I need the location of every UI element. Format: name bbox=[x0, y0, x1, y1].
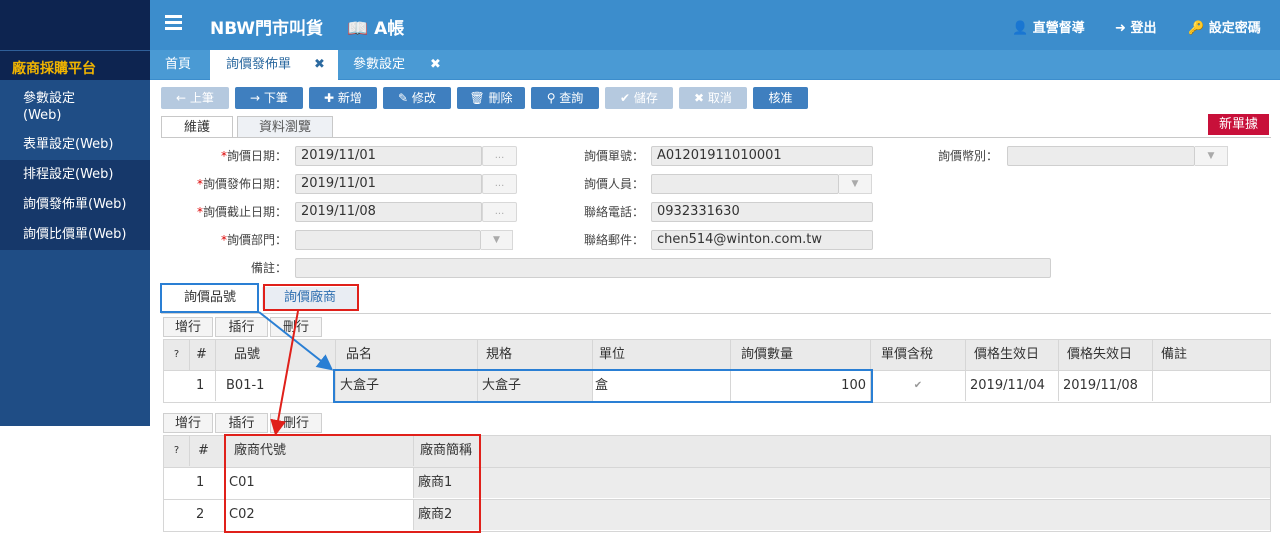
chevron-down-icon[interactable]: ▼ bbox=[481, 230, 513, 250]
col-name: 品名 bbox=[336, 340, 478, 370]
inquiry-date-picker-button[interactable]: ... bbox=[482, 146, 517, 166]
chevron-down-icon[interactable]: ▼ bbox=[1195, 146, 1228, 166]
next-button[interactable]: → 下筆 bbox=[235, 87, 303, 109]
item-no-cell[interactable]: B01-1 bbox=[216, 371, 336, 401]
insert-row-button[interactable]: 插行 bbox=[215, 317, 268, 337]
row-num: 1 bbox=[190, 371, 216, 401]
col-unit: 單位 bbox=[593, 340, 731, 370]
user-icon: 👤 bbox=[1012, 21, 1029, 36]
sidebar-item-schedule-settings[interactable]: 排程設定(Web) bbox=[0, 160, 150, 190]
close-icon[interactable]: ✖ bbox=[430, 50, 441, 80]
sidebar-item-param-settings[interactable]: 參數設定(Web) bbox=[0, 80, 150, 130]
supervisor-link[interactable]: 👤 直營督導 bbox=[1012, 17, 1085, 36]
delete-row-button[interactable]: 刪行 bbox=[270, 317, 322, 337]
highlight-box bbox=[224, 434, 481, 533]
department-label: *詢價部門： bbox=[220, 233, 287, 247]
chevron-down-icon[interactable]: ▼ bbox=[839, 174, 872, 194]
divider bbox=[161, 137, 1271, 138]
col-tax-included: 單價含稅 bbox=[871, 340, 966, 370]
currency-label: 詢價幣別： bbox=[937, 149, 998, 163]
email-label: 聯絡郵件： bbox=[583, 233, 644, 247]
row-num: 1 bbox=[190, 468, 226, 498]
edit-button[interactable]: ✎ 修改 bbox=[383, 87, 451, 109]
department-select[interactable] bbox=[295, 230, 481, 250]
tab-browse[interactable]: 資料瀏覽 bbox=[237, 116, 333, 138]
menu-icon[interactable] bbox=[165, 15, 182, 30]
effective-date-cell[interactable]: 2019/11/04 bbox=[966, 371, 1059, 401]
sidebar-item-form-settings[interactable]: 表單設定(Web) bbox=[0, 130, 150, 160]
phone-label: 聯絡電話： bbox=[583, 205, 644, 219]
tab-maintain[interactable]: 維護 bbox=[161, 116, 233, 138]
deadline-date-picker-button[interactable]: ... bbox=[482, 202, 517, 222]
sidebar-top bbox=[0, 0, 150, 50]
expiry-date-cell[interactable]: 2019/11/08 bbox=[1059, 371, 1153, 401]
logout-link[interactable]: ➜ 登出 bbox=[1115, 17, 1156, 36]
tab-home[interactable]: 首頁 bbox=[165, 50, 205, 80]
delete-button[interactable]: 🗑 刪除 bbox=[457, 87, 525, 109]
vendor-short-cell[interactable]: 廠商1 bbox=[414, 468, 1270, 498]
col-qty: 詢價數量 bbox=[731, 340, 871, 370]
col-num: # bbox=[190, 340, 216, 370]
cancel-button[interactable]: ✖ 取消 bbox=[679, 87, 747, 109]
tax-checkbox[interactable]: ✔ bbox=[871, 371, 966, 401]
tab-param-settings[interactable]: 參數設定 ✖ bbox=[353, 50, 463, 80]
col-spec: 規格 bbox=[478, 340, 593, 370]
highlight-box bbox=[263, 284, 359, 311]
new-document-button[interactable]: 新單據 bbox=[1208, 114, 1269, 135]
app-title: NBW門市叫貨 bbox=[210, 19, 324, 39]
deadline-date-label: *詢價截止日期： bbox=[196, 205, 287, 219]
inquiry-person-label: 詢價人員： bbox=[583, 177, 644, 191]
sidebar-item-inquiry-compare[interactable]: 詢價比價單(Web) bbox=[0, 220, 150, 250]
vendor-short-cell[interactable]: 廠商2 bbox=[414, 500, 1270, 530]
inquiry-date-label: *詢價日期： bbox=[220, 149, 287, 163]
save-button[interactable]: ✔ 儲存 bbox=[605, 87, 673, 109]
row-num: 2 bbox=[190, 500, 226, 530]
add-button[interactable]: ✚ 新增 bbox=[309, 87, 377, 109]
items-grid-header: ? # 品號 品名 規格 單位 詢價數量 單價含稅 價格生效日 價格失效日 備註 bbox=[164, 340, 1270, 371]
app-header: NBW門市叫貨 📖 A帳 👤 直營督導 ➜ 登出 🔑 設定密碼 bbox=[150, 0, 1280, 50]
currency-select[interactable] bbox=[1007, 146, 1195, 166]
page-tabs: 首頁 詢價發佈單 ✖ 參數設定 ✖ bbox=[150, 50, 1280, 80]
key-icon: 🔑 bbox=[1188, 21, 1205, 36]
col-item-no: 品號 bbox=[216, 340, 336, 370]
close-icon[interactable]: ✖ bbox=[314, 50, 325, 80]
publish-date-picker-button[interactable]: ... bbox=[482, 174, 517, 194]
account-label: 📖 A帳 bbox=[347, 19, 405, 39]
book-icon: 📖 bbox=[347, 19, 369, 39]
approve-button[interactable]: 核准 bbox=[753, 87, 808, 109]
sidebar-brand: 廠商採購平台 bbox=[0, 50, 150, 80]
deadline-date-field[interactable]: 2019/11/08 bbox=[295, 202, 482, 222]
col-num: # bbox=[190, 436, 226, 466]
help-icon[interactable]: ? bbox=[164, 340, 190, 370]
logout-icon: ➜ bbox=[1115, 21, 1126, 36]
sidebar: 廠商採購平台 參數設定(Web) 表單設定(Web) 排程設定(Web) 詢價發… bbox=[0, 0, 150, 426]
remark-field[interactable] bbox=[295, 258, 1051, 278]
prev-button[interactable]: ← 上筆 bbox=[161, 87, 229, 109]
sidebar-item-inquiry-publish[interactable]: 詢價發佈單(Web) bbox=[0, 190, 150, 220]
col-remark: 備註 bbox=[1161, 347, 1188, 362]
phone-field[interactable]: 0932331630 bbox=[651, 202, 873, 222]
insert-row-button[interactable]: 插行 bbox=[215, 413, 268, 433]
remark-label: 備註： bbox=[250, 261, 287, 275]
add-row-button[interactable]: 增行 bbox=[163, 413, 213, 433]
query-button[interactable]: ⚲ 查詢 bbox=[531, 87, 599, 109]
col-expiry-date: 價格失效日 bbox=[1059, 340, 1153, 370]
tab-inquiry-publish[interactable]: 詢價發佈單 ✖ bbox=[210, 50, 338, 80]
inquiry-person-select[interactable] bbox=[651, 174, 839, 194]
divider bbox=[161, 313, 1271, 314]
inquiry-no-field[interactable]: A01201911010001 bbox=[651, 146, 873, 166]
add-row-button[interactable]: 增行 bbox=[163, 317, 213, 337]
inquiry-date-field[interactable]: 2019/11/01 bbox=[295, 146, 482, 166]
inquiry-no-label: 詢價單號： bbox=[583, 149, 644, 163]
publish-date-label: *詢價發佈日期： bbox=[196, 177, 287, 191]
publish-date-field[interactable]: 2019/11/01 bbox=[295, 174, 482, 194]
delete-row-button[interactable]: 刪行 bbox=[270, 413, 322, 433]
email-field[interactable]: chen514@winton.com.tw bbox=[651, 230, 873, 250]
highlight-box bbox=[160, 283, 259, 313]
col-effective-date: 價格生效日 bbox=[966, 340, 1059, 370]
help-icon[interactable]: ? bbox=[164, 436, 190, 466]
highlight-box bbox=[333, 369, 873, 403]
set-password-link[interactable]: 🔑 設定密碼 bbox=[1188, 17, 1261, 36]
